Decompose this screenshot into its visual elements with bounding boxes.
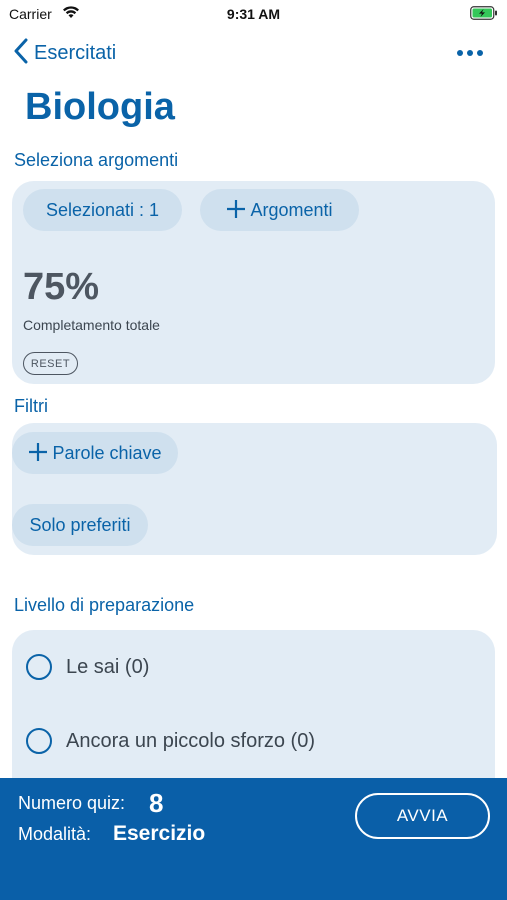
status-bar: Carrier 9:31 AM [0,0,507,28]
preparation-option[interactable]: Le sai (0) [26,654,149,680]
mode-label: Modalità: [18,824,92,844]
page-title: Biologia [25,86,175,128]
favorites-only-label: Solo preferiti [29,514,131,535]
preparation-option[interactable]: Ancora un piccolo sforzo (0) [26,728,315,754]
topics-section-label: Seleziona argomenti [14,150,179,170]
chevron-left-icon [14,38,28,69]
filters-section-label: Filtri [14,396,48,416]
selected-topics-label: Selezionati : 1 [45,199,160,220]
battery-charging-icon [470,6,498,25]
add-topics-button[interactable]: Argomenti [200,189,359,231]
start-button[interactable]: AVVIA [355,793,490,839]
preparation-option-label: Le sai (0) [66,655,150,678]
favorites-only-button[interactable]: Solo preferiti [12,504,148,546]
quiz-count-label: Numero quiz: [18,793,126,813]
completion-label: Completamento totale [23,317,160,333]
preparation-section-label: Livello di preparazione [14,595,195,615]
add-topics-label: Argomenti [250,199,333,220]
more-options-icon[interactable] [452,42,488,64]
clock: 9:31 AM [226,6,281,22]
back-label: Esercitati [34,41,117,64]
keywords-label: Parole chiave [52,442,162,463]
radio-empty-icon[interactable] [26,654,52,680]
completion-percent: 75% [23,266,100,308]
reset-button[interactable]: RESET [23,352,78,375]
selected-topics-button[interactable]: Selezionati : 1 [23,189,182,231]
plus-icon [28,440,48,466]
quiz-count-value: 8 [149,788,164,818]
plus-icon [226,197,246,223]
preparation-option-label: Ancora un piccolo sforzo (0) [66,729,316,752]
radio-empty-icon[interactable] [26,728,52,754]
back-button[interactable]: Esercitati [14,38,116,68]
keywords-button[interactable]: Parole chiave [12,432,178,474]
mode-value: Esercizio [113,822,206,845]
bottom-bar: Numero quiz: 8 Modalità: Esercizio AVVIA [0,778,507,900]
